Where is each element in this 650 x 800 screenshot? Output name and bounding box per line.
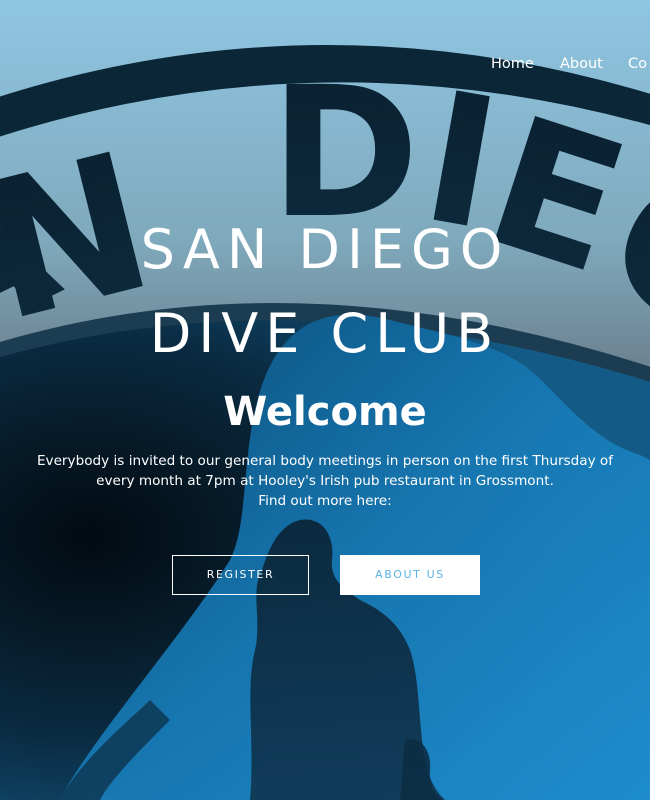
top-nav: Home About Co xyxy=(0,56,650,76)
nav-link-contact[interactable]: Co xyxy=(628,56,647,72)
welcome-heading: Welcome xyxy=(223,389,427,435)
nav-link-home[interactable]: Home xyxy=(491,56,534,72)
site-title-line-2: DIVE CLUB xyxy=(149,302,501,365)
intro-line: Find out more here: xyxy=(258,493,392,509)
intro-text: Everybody is invited to our general body… xyxy=(30,451,620,511)
about-us-button[interactable]: ABOUT US xyxy=(340,555,480,595)
site-title-line-1: SAN DIEGO xyxy=(140,218,510,281)
hero-section: N A D I E G Home About Co SAN DIEGO DIVE… xyxy=(0,0,650,800)
nav-link-about[interactable]: About xyxy=(560,56,603,72)
register-button[interactable]: REGISTER xyxy=(172,555,309,595)
intro-line: every month at 7pm at Hooley's Irish pub… xyxy=(96,473,554,489)
intro-line: Everybody is invited to our general body… xyxy=(36,453,614,469)
